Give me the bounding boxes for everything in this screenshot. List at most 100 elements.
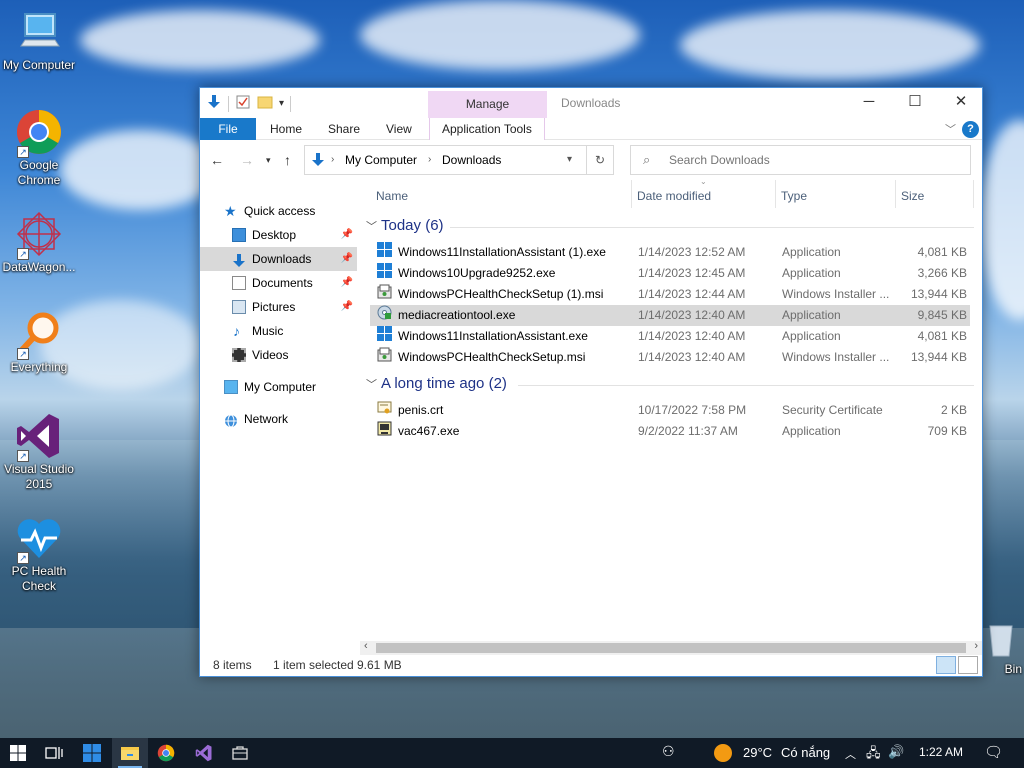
back-button[interactable]: ← — [210, 152, 224, 168]
windows-logo-icon — [10, 745, 26, 761]
nav-pictures[interactable]: Pictures 📌 — [200, 295, 357, 319]
file-row[interactable]: WindowsPCHealthCheckSetup (1).msi 1/14/2… — [370, 284, 970, 305]
desktop-icon-pc-health-check[interactable]: ↗ PC Health Check — [0, 514, 78, 594]
weather-temperature[interactable]: 29°C — [743, 745, 772, 760]
breadcrumb-downloads[interactable]: Downloads — [442, 153, 501, 167]
file-row[interactable]: Windows10Upgrade9252.exe 1/14/2023 12:45… — [370, 263, 970, 284]
new-folder-icon[interactable] — [257, 94, 273, 113]
group-header-today[interactable]: ﹀ Today (6) — [366, 217, 444, 234]
nav-my-computer[interactable]: My Computer — [200, 375, 357, 399]
computer-icon — [224, 380, 238, 394]
nav-music[interactable]: ♪ Music — [200, 319, 357, 343]
nav-label: Music — [252, 324, 284, 338]
group-header-long-ago[interactable]: ﹀ A long time ago (2) — [366, 375, 507, 392]
file-row[interactable]: vac467.exe 9/2/2022 11:37 AM Application… — [370, 421, 970, 442]
pin-icon[interactable]: 📌 — [341, 223, 353, 247]
nav-downloads[interactable]: Downloads 📌 — [200, 247, 357, 271]
column-header-size[interactable]: Size — [901, 189, 924, 203]
column-divider[interactable] — [775, 180, 776, 208]
desktop-icon-google-chrome[interactable]: ↗ Google Chrome — [0, 108, 78, 188]
nav-quick-access[interactable]: ★ Quick access — [200, 199, 357, 223]
file-explorer-taskbar-button[interactable] — [112, 738, 148, 768]
file-row-selected[interactable]: mediacreationtool.exe 1/14/2023 12:40 AM… — [370, 305, 970, 326]
forward-button[interactable]: → — [240, 152, 254, 168]
search-input[interactable] — [669, 153, 959, 167]
scroll-left-icon[interactable]: ‹ — [364, 640, 368, 652]
explorer-window[interactable]: ▾ Manage Downloads ─ ☐ ✕ File Home Share… — [199, 87, 983, 677]
system-clock[interactable]: 1:22 AM — [919, 745, 963, 759]
minimize-button[interactable]: ─ — [846, 88, 892, 118]
large-icons-view-icon[interactable] — [958, 656, 978, 674]
title-bar[interactable]: ▾ Manage Downloads ─ ☐ ✕ — [200, 88, 982, 118]
weather-condition[interactable]: Có nắng — [781, 745, 830, 760]
visual-studio-taskbar-button[interactable] — [186, 738, 222, 768]
file-row[interactable]: Windows11InstallationAssistant.exe 1/14/… — [370, 326, 970, 347]
expand-ribbon-icon[interactable]: ﹀ — [945, 121, 956, 137]
tab-file[interactable]: File — [200, 118, 256, 140]
nav-label: Network — [244, 412, 289, 426]
refresh-button[interactable]: ↻ — [586, 145, 614, 175]
column-header-type[interactable]: Type — [781, 189, 807, 203]
column-divider[interactable] — [973, 180, 974, 208]
store-icon — [232, 746, 248, 760]
scroll-right-icon[interactable]: › — [974, 640, 978, 652]
address-dropdown-icon[interactable]: ▾ — [567, 154, 572, 165]
store-taskbar-button[interactable] — [222, 738, 258, 768]
file-row[interactable]: WindowsPCHealthCheckSetup.msi 1/14/2023 … — [370, 347, 970, 368]
nav-videos[interactable]: Videos — [200, 343, 357, 367]
show-hidden-icons-icon[interactable]: ︿ — [845, 746, 856, 762]
help-icon[interactable]: ? — [962, 121, 979, 138]
file-name: mediacreationtool.exe — [398, 308, 516, 322]
close-button[interactable]: ✕ — [938, 88, 984, 118]
pin-icon[interactable]: 📌 — [341, 271, 353, 295]
start-button[interactable] — [0, 738, 36, 768]
tab-home[interactable]: Home — [258, 118, 314, 140]
column-header-name[interactable]: Name — [376, 189, 408, 203]
chrome-taskbar-button[interactable] — [148, 738, 184, 768]
horizontal-scrollbar[interactable]: ‹ › — [360, 640, 982, 655]
properties-icon[interactable] — [235, 94, 251, 113]
desktop-icon-recycle-bin[interactable]: Bin — [978, 620, 1024, 677]
task-view-icon — [45, 747, 63, 759]
desktop-icon-visual-studio[interactable]: ↗ Visual Studio 2015 — [0, 412, 78, 492]
customize-toolbar-icon[interactable]: ▾ — [279, 98, 284, 109]
weather-sun-icon[interactable] — [713, 743, 733, 766]
tab-share[interactable]: Share — [316, 118, 372, 140]
column-divider[interactable] — [631, 180, 632, 208]
pin-icon[interactable]: 📌 — [341, 247, 353, 271]
collapse-chevron-icon[interactable]: ﹀ — [366, 221, 377, 233]
desktop-icon-everything[interactable]: ↗ Everything — [0, 310, 78, 375]
file-row[interactable]: penis.crt 10/17/2022 7:58 PM Security Ce… — [370, 400, 970, 421]
cloud — [80, 10, 320, 70]
address-bar[interactable]: › My Computer › Downloads ▾ — [304, 145, 587, 175]
tab-manage[interactable]: Manage — [428, 91, 547, 118]
desktop-icon-datawagon[interactable]: ↗ DataWagon... — [0, 210, 78, 275]
breadcrumb-my-computer[interactable]: My Computer — [345, 153, 417, 167]
collapse-chevron-icon[interactable]: ﹀ — [366, 379, 377, 391]
nav-documents[interactable]: Documents 📌 — [200, 271, 357, 295]
details-view-icon[interactable] — [936, 656, 956, 674]
visual-studio-icon — [195, 744, 212, 762]
recent-locations-icon[interactable]: ▾ — [266, 155, 271, 166]
task-view-button[interactable] — [36, 738, 72, 768]
start-menu-pinned-button[interactable] — [74, 738, 110, 768]
tab-application-tools[interactable]: Application Tools — [429, 118, 545, 140]
network-status-icon[interactable]: 🖧 — [866, 744, 881, 766]
download-arrow-icon — [232, 252, 246, 267]
people-icon[interactable]: ⚇ — [662, 743, 675, 760]
volume-icon[interactable]: 🔊 — [888, 744, 904, 760]
notification-center-icon[interactable]: 🗨 — [984, 743, 1003, 761]
nav-network[interactable]: Network — [200, 407, 357, 431]
scrollbar-thumb[interactable] — [376, 643, 966, 653]
desktop-icon-my-computer[interactable]: My Computer — [0, 8, 78, 73]
maximize-button[interactable]: ☐ — [892, 88, 938, 118]
tab-view[interactable]: View — [374, 118, 424, 140]
column-header-date[interactable]: Date modified — [637, 189, 711, 203]
file-row[interactable]: Windows11InstallationAssistant (1).exe 1… — [370, 242, 970, 263]
pin-icon[interactable]: 📌 — [341, 295, 353, 319]
search-box[interactable]: ⌕ — [630, 145, 971, 175]
nav-desktop[interactable]: Desktop 📌 — [200, 223, 357, 247]
column-divider[interactable] — [895, 180, 896, 208]
address-row: ← → ▾ ↑ › My Computer › Downloads ▾ ↻ ⌕ — [200, 140, 982, 180]
up-button[interactable]: ↑ — [284, 152, 291, 168]
